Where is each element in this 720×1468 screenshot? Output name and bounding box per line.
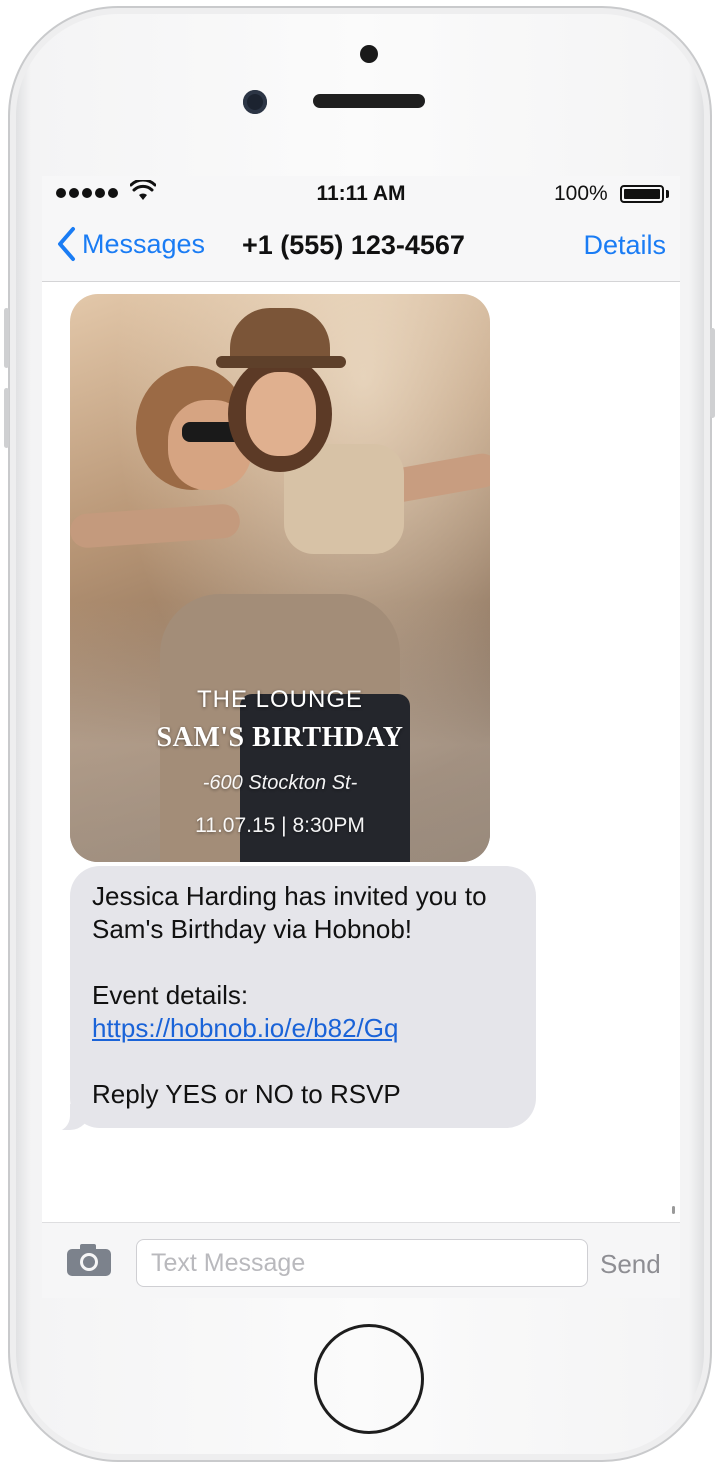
volume-button [4, 388, 9, 448]
status-bar: 11:11 AM 100% [42, 176, 680, 212]
back-label: Messages [82, 228, 206, 259]
message-bubble: Jessica Harding has invited you to Sam's… [70, 866, 536, 1128]
invitation-date-time: 11.07.15 | 8:30PM [195, 814, 365, 837]
battery-tip [666, 190, 669, 198]
message-input-bar: Send [42, 1222, 680, 1298]
event-link[interactable]: https://hobnob.io/e/b82/Gq [92, 1013, 398, 1043]
volume-button [4, 308, 9, 368]
conversation-nav-bar: Messages +1 (555) 123-4567 Details [42, 212, 680, 282]
invitation-event-title: SAM'S BIRTHDAY [156, 722, 404, 753]
chevron-left-icon [58, 227, 75, 261]
invitation-venue: THE LOUNGE [196, 686, 364, 713]
front-camera [243, 90, 267, 114]
send-button[interactable]: Send [600, 1249, 661, 1280]
message-details-prefix: Event details: [92, 980, 249, 1010]
proximity-sensor [360, 45, 378, 63]
message-event-details: Event details: https://hobnob.io/e/b82/G… [92, 979, 516, 1045]
home-button[interactable] [314, 1324, 424, 1434]
earpiece-speaker [313, 94, 425, 108]
scroll-indicator[interactable] [672, 1206, 675, 1214]
details-button[interactable]: Details [583, 230, 666, 261]
invitation-image[interactable]: THE LOUNGE SAM'S BIRTHDAY -600 Stockton … [70, 294, 490, 862]
message-rsvp-text: Reply YES or NO to RSVP [92, 1079, 401, 1109]
message-invite-text: Jessica Harding has invited you to Sam's… [92, 881, 487, 944]
photo-person [246, 372, 316, 456]
text-message-input[interactable] [136, 1239, 588, 1287]
power-button [710, 328, 715, 418]
back-button[interactable]: Messages [56, 226, 205, 262]
photo-hat [216, 356, 346, 368]
battery-icon [620, 185, 664, 203]
contact-phone-number: +1 (555) 123-4567 [242, 230, 465, 260]
battery-percentage: 100% [554, 182, 608, 205]
phone-screen: 11:11 AM 100% Messages +1 (555) 123-4567… [42, 176, 680, 1298]
invitation-street: -600 Stockton St- [202, 772, 358, 794]
camera-icon[interactable] [66, 1243, 112, 1277]
